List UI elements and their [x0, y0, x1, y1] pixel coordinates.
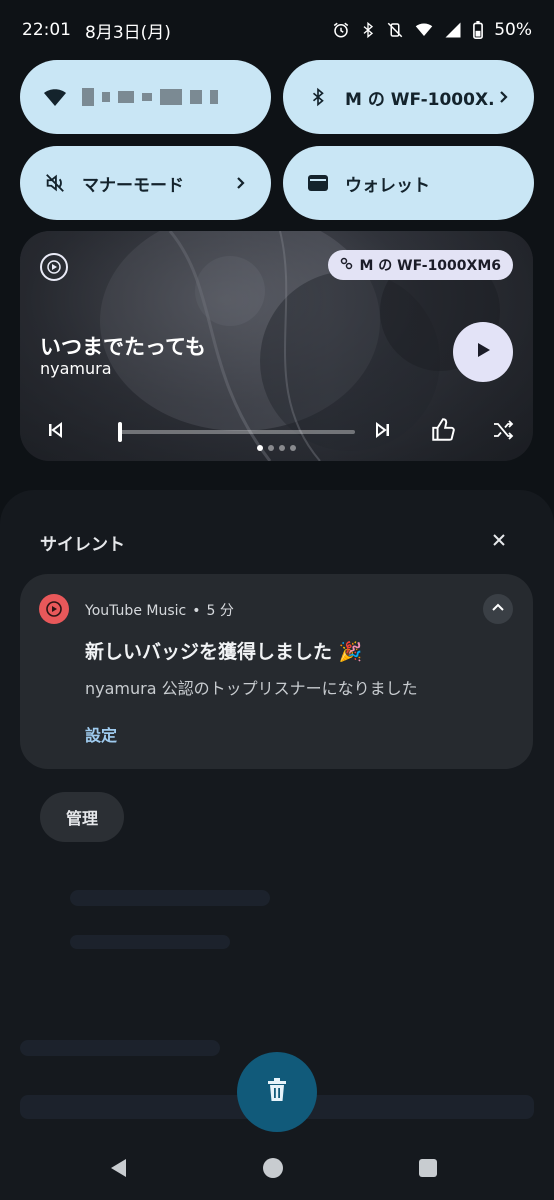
alarm-icon	[332, 21, 350, 39]
shuffle-button[interactable]	[488, 417, 518, 447]
thumb-up-icon	[430, 417, 456, 447]
page-dot[interactable]	[257, 445, 263, 451]
dismiss-section-button[interactable]	[486, 528, 512, 554]
battery-icon	[472, 21, 484, 39]
home-button[interactable]	[262, 1157, 284, 1183]
notification-body: nyamura 公認のトップリスナーになりました	[85, 679, 418, 698]
status-icons: 50%	[332, 20, 532, 40]
chevron-up-icon	[490, 599, 506, 619]
tile-wifi[interactable]	[20, 60, 271, 134]
back-icon	[108, 1157, 130, 1183]
manage-notifications-button[interactable]: 管理	[40, 792, 124, 842]
tile-sound-mode[interactable]: マナーモード	[20, 146, 271, 220]
tile-wallet[interactable]: ウォレット	[283, 146, 534, 220]
notification-card[interactable]: YouTube Music • 5 分 新しいバッジを獲得しました 🎉 nyamur…	[20, 574, 533, 769]
tile-bluetooth[interactable]: M の WF-1000X..	[283, 60, 534, 134]
status-bar: 22:01 8月3日(月) 50%	[0, 0, 554, 60]
headphones-icon	[340, 256, 354, 274]
wifi-icon	[414, 21, 434, 39]
thumb-up-button[interactable]	[428, 417, 458, 447]
battery-percent: 50%	[494, 20, 532, 40]
skip-previous-button[interactable]	[40, 417, 70, 447]
wallet-icon	[305, 170, 331, 196]
close-icon	[492, 532, 506, 551]
vibrate-off-icon	[42, 170, 68, 196]
bluetooth-icon	[305, 84, 331, 110]
wifi-ssid-redacted	[82, 88, 218, 106]
recents-icon	[418, 1158, 438, 1182]
media-controls	[40, 417, 514, 447]
collapse-notification-button[interactable]	[483, 594, 513, 624]
skip-next-button[interactable]	[368, 417, 398, 447]
output-device-label: M の WF-1000XM6	[359, 258, 502, 274]
shuffle-icon	[491, 418, 515, 446]
tile-wallet-label: ウォレット	[345, 175, 430, 196]
status-time: 22:01	[22, 20, 71, 40]
play-button[interactable]	[453, 322, 513, 382]
status-date: 8月3日(月)	[85, 22, 171, 43]
youtube-music-icon	[40, 253, 68, 281]
home-icon	[262, 1157, 284, 1183]
wifi-icon	[42, 84, 68, 110]
trash-icon	[266, 1078, 288, 1106]
notification-separator: •	[192, 603, 201, 619]
clear-all-button[interactable]	[237, 1052, 317, 1132]
notification-settings-action[interactable]: 設定	[85, 722, 117, 746]
notification-title: 新しいバッジを獲得しました 🎉	[85, 641, 363, 663]
tile-bluetooth-label: M の WF-1000X..	[345, 89, 496, 110]
page-dot[interactable]	[290, 445, 296, 451]
notification-header: YouTube Music • 5 分	[85, 600, 234, 620]
chevron-right-icon	[496, 89, 512, 105]
seek-thumb[interactable]	[118, 422, 122, 442]
skip-previous-icon	[46, 421, 64, 443]
page-dot[interactable]	[279, 445, 285, 451]
vibrate-off-icon	[386, 21, 404, 39]
skip-next-icon	[374, 421, 392, 443]
output-device-chip[interactable]: M の WF-1000XM6	[327, 250, 513, 280]
tile-sound-label: マナーモード	[82, 175, 184, 196]
recents-button[interactable]	[417, 1159, 439, 1181]
navigation-bar	[0, 1140, 554, 1200]
bluetooth-icon	[360, 21, 376, 39]
notification-time: 5 分	[206, 603, 234, 619]
track-artist: nyamura	[40, 359, 112, 378]
media-page-indicator	[20, 445, 533, 451]
seek-bar[interactable]	[120, 430, 355, 434]
page-dot[interactable]	[268, 445, 274, 451]
youtube-music-icon	[39, 594, 69, 624]
track-title: いつまでたっても	[40, 335, 206, 359]
notification-app-name: YouTube Music	[85, 603, 187, 619]
signal-icon	[444, 21, 462, 39]
media-player-card[interactable]: M の WF-1000XM6 いつまでたっても nyamura	[20, 231, 533, 461]
play-icon	[473, 340, 493, 364]
section-title-silent: サイレント	[40, 535, 125, 555]
chevron-right-icon	[233, 175, 249, 191]
back-button[interactable]	[108, 1159, 130, 1181]
